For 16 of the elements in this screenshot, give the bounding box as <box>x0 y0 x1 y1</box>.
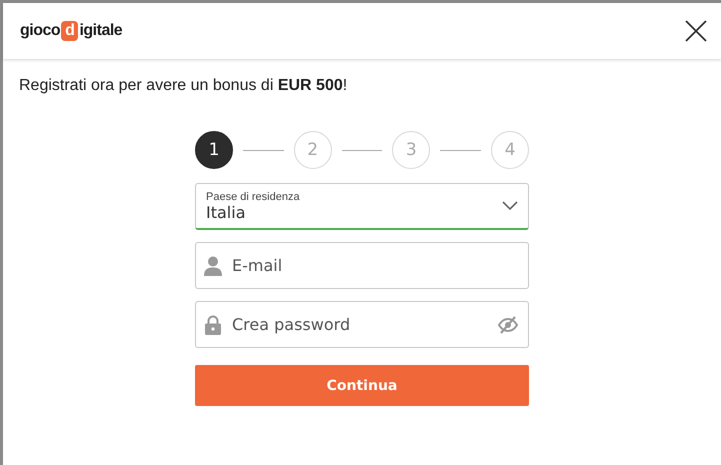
logo[interactable]: gioco d igitale <box>20 21 122 41</box>
step-indicator: 3 <box>392 131 430 169</box>
intro-text: Registrati ora per avere un bonus di EUR 500! <box>18 76 348 95</box>
step-indicator: 2 <box>294 131 332 169</box>
eye-slash-icon[interactable] <box>498 316 518 334</box>
country-select[interactable]: Paese di residenza Italia <box>195 183 529 230</box>
field-label: Paese di residenza <box>206 190 300 202</box>
chevron-down-icon <box>502 201 518 211</box>
close-icon[interactable] <box>685 20 707 42</box>
person-icon <box>204 256 222 276</box>
step-indicator: 4 <box>491 131 530 169</box>
email-field[interactable]: E-mail <box>195 242 529 289</box>
password-field[interactable]: Crea password <box>195 301 529 348</box>
lock-icon <box>204 314 222 334</box>
step-indicator: 1 <box>195 131 233 169</box>
select-value: Italia <box>206 202 246 222</box>
